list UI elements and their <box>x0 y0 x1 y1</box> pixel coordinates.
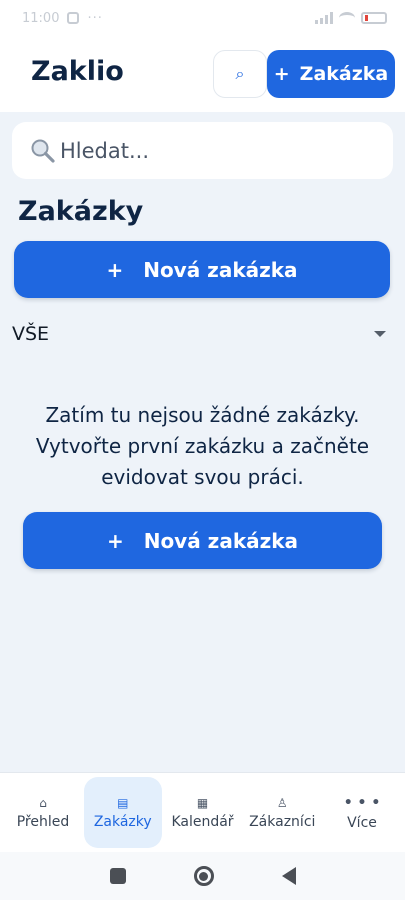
status-filter-select[interactable]: VŠE <box>12 318 386 350</box>
nav-item-vice[interactable]: • • • Více <box>323 777 401 848</box>
nav-label: Kalendář <box>171 813 234 830</box>
list-icon: ▤ <box>117 795 129 810</box>
new-job-button[interactable]: + Nová zakázka <box>14 241 390 298</box>
magnifier-icon <box>31 139 55 163</box>
status-bar: 11:00 ··· <box>0 0 405 36</box>
nav-item-prehled[interactable]: ⌂ Přehled <box>4 777 82 848</box>
filter-value: VŠE <box>12 323 50 345</box>
nav-label: Přehled <box>16 813 70 830</box>
calendar-icon: ▦ <box>196 795 209 810</box>
plus-icon: + <box>106 528 124 553</box>
home-icon: ⌂ <box>39 795 47 810</box>
dropdown-arrow-icon <box>374 331 386 337</box>
search-field[interactable] <box>12 122 393 179</box>
more-icon: • • • <box>343 794 381 811</box>
nav-label: Zákazníci <box>249 813 316 830</box>
new-job-label: Nová zakázka <box>143 257 298 282</box>
plus-icon: + <box>273 63 290 85</box>
home-button[interactable] <box>193 866 214 886</box>
app-title: Zaklio <box>31 56 124 87</box>
signal-icon <box>315 12 333 24</box>
back-button[interactable] <box>281 867 296 885</box>
recents-button[interactable] <box>109 868 126 884</box>
more-notifications-icon: ··· <box>87 10 103 26</box>
nav-label: Zakázky <box>93 813 152 830</box>
plus-icon: + <box>106 257 124 282</box>
search-icon: ⌕ <box>235 64 245 83</box>
empty-state-new-job-button[interactable]: + Nová zakázka <box>23 512 382 569</box>
battery-icon <box>361 12 387 24</box>
app-header: Zaklio ⌕ + Zakázka <box>0 36 405 112</box>
search-input[interactable] <box>60 138 360 163</box>
nav-label: Více <box>347 814 377 831</box>
status-left: 11:00 ··· <box>22 11 103 26</box>
status-time: 11:00 <box>22 10 60 26</box>
status-right <box>315 12 387 24</box>
add-job-label: Zakázka <box>299 63 389 85</box>
bottom-navigation: ⌂ Přehled ▤ Zakázky ▦ Kalendář ♙ Zákazní… <box>0 772 405 852</box>
wifi-icon <box>339 12 355 24</box>
nav-item-kalendar[interactable]: ▦ Kalendář <box>164 777 242 848</box>
search-button[interactable]: ⌕ <box>213 50 267 98</box>
notification-icon <box>67 12 80 24</box>
person-icon: ♙ <box>276 795 288 810</box>
nav-item-zakaznici[interactable]: ♙ Zákazníci <box>243 777 321 848</box>
empty-state-message: Zatím tu nejsou žádné zakázky. Vytvořte … <box>35 403 370 489</box>
empty-new-job-label: Nová zakázka <box>143 528 299 553</box>
page-title: Zakázky <box>18 196 144 227</box>
nav-item-zakazky[interactable]: ▤ Zakázky <box>83 777 162 848</box>
system-navigation-bar <box>0 852 405 900</box>
add-job-button[interactable]: + Zakázka <box>267 50 395 98</box>
app-screen: 11:00 ··· Zaklio ⌕ + Zakázka Zakázky <box>0 0 405 900</box>
